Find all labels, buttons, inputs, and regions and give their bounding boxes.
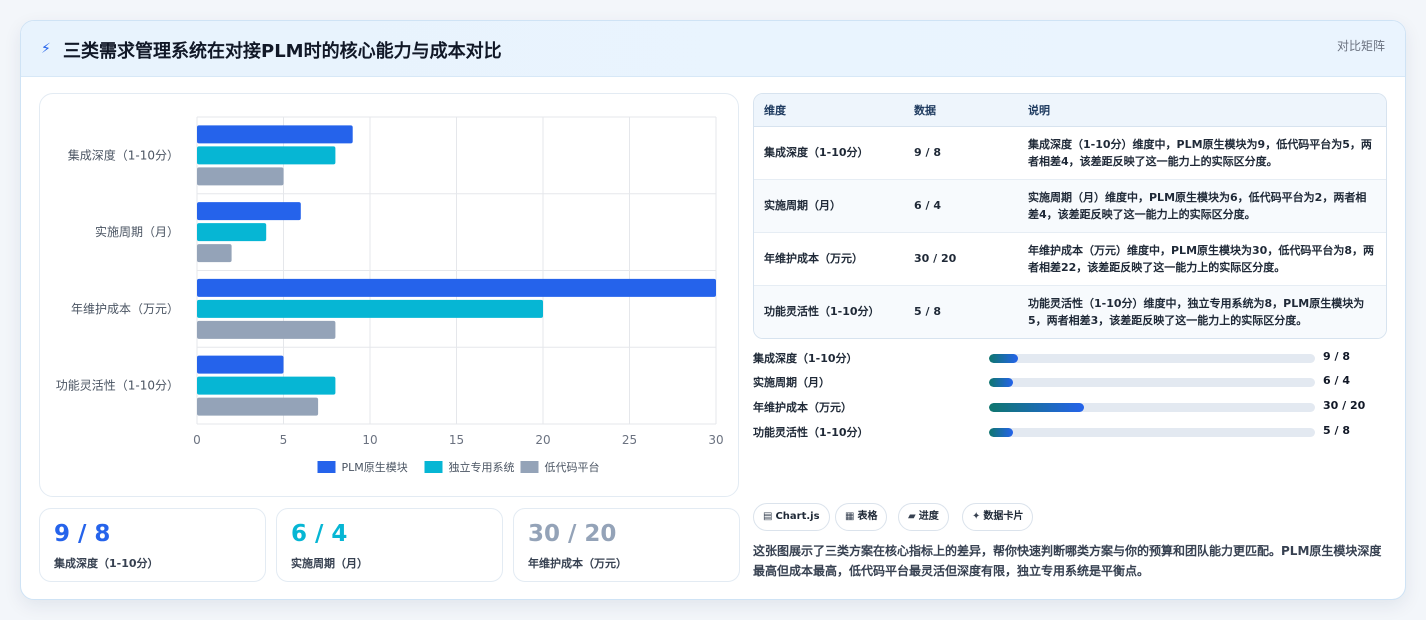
cell-dimension: 年维护成本（万元） (754, 232, 904, 286)
stat-label: 年维护成本（万元） (528, 557, 627, 570)
progress-label: 实施周期（月） (753, 376, 830, 389)
stat-card-integration: 9 / 8 集成深度（1-10分） (39, 508, 266, 582)
chart-icon: ▤ (763, 511, 773, 522)
chip-label: 进度 (918, 511, 939, 522)
bar-0-2 (197, 278, 716, 297)
cell-dimension: 实施周期（月） (754, 179, 904, 233)
summary-text: 这张图展示了三类方案在核心指标上的差异，帮你快速判断哪类方案与你的预算和团队能力… (753, 544, 1382, 578)
progress-fill (989, 403, 1084, 412)
category-label: 集成深度（1-10分） (68, 147, 179, 162)
stat-label: 集成深度（1-10分） (54, 557, 159, 570)
chip-label: 表格 (857, 511, 878, 522)
column-header-description: 说明 (1018, 94, 1386, 127)
bar-0-0 (197, 125, 353, 144)
progress-value: 9 / 8 (1323, 350, 1350, 363)
bar-chart: 0 5 10 15 20 25 30 集成深度（1-10分） 实施周期（月） 年维护成本（万元） 功… (56, 116, 724, 474)
progress-label: 功能灵活性（1-10分） (753, 426, 869, 439)
cell-description: 集成深度（1-10分）维度中，PLM原生模块为9，低代码平台为5，两者相差4，该… (1018, 126, 1386, 180)
legend-label: PLM原生模块 (342, 460, 408, 474)
column-header-dimension: 维度 (754, 94, 904, 127)
progress-fill (989, 428, 1014, 437)
progress-row-cost: 年维护成本（万元） 30 / 20 (753, 397, 1387, 417)
progress-row-flexibility: 功能灵活性（1-10分） 5 / 8 (753, 422, 1387, 442)
bar-chart-panel: 0 5 10 15 20 25 30 集成深度（1-10分） 实施周期（月） 年维护成本（万元） 功… (39, 93, 739, 497)
category-label: 功能灵活性（1-10分） (56, 379, 179, 393)
matrix-tag: 对比矩阵 (1336, 39, 1385, 53)
bar-1-3 (197, 376, 336, 395)
progress-label: 集成深度（1-10分） (753, 352, 858, 365)
column-header-data: 数据 (904, 94, 1018, 127)
progress-track (989, 378, 1315, 387)
table-row: 集成深度（1-10分） 9 / 8 集成深度（1-10分）维度中，PLM原生模块… (754, 126, 1386, 180)
legend-swatch (520, 461, 539, 473)
cell-description: 功能灵活性（1-10分）维度中，独立专用系统为8，PLM原生模块为5，两者相差3… (1018, 285, 1386, 338)
progress-track (989, 354, 1315, 363)
chip-chartjs[interactable]: ▤ Chart.js (753, 503, 830, 531)
legend-swatch (424, 461, 443, 473)
table-row: 实施周期（月） 6 / 4 实施周期（月）维度中，PLM原生模块为6，低代码平台… (754, 179, 1386, 233)
progress-track (989, 403, 1315, 412)
progress-label: 年维护成本（万元） (753, 401, 852, 414)
bar-1-2 (197, 299, 543, 318)
progress-row-integration: 集成深度（1-10分） 9 / 8 (753, 348, 1387, 368)
cell-dimension: 功能灵活性（1-10分） (754, 285, 904, 338)
bar-2-1 (197, 244, 232, 263)
progress-fill (989, 378, 1014, 387)
chip-progress[interactable]: ▰ 进度 (898, 503, 949, 531)
legend-label: 独立专用系统 (449, 460, 515, 474)
bar-2-3 (197, 397, 319, 416)
cell-dimension: 集成深度（1-10分） (754, 126, 904, 180)
stat-card-duration: 6 / 4 实施周期（月） (276, 508, 503, 582)
progress-track (989, 428, 1315, 437)
table-icon: ▦ (845, 511, 855, 522)
progress-row-duration: 实施周期（月） 6 / 4 (753, 372, 1387, 392)
chip-label: 数据卡片 (983, 511, 1024, 522)
stat-label: 实施周期（月） (291, 557, 368, 570)
stat-card-cost: 30 / 20 年维护成本（万元） (513, 508, 740, 582)
table-header-row: 维度 数据 说明 (754, 94, 1386, 127)
stat-value: 9 / 8 (54, 521, 111, 547)
x-tick-label: 0 (193, 433, 201, 447)
progress-icon: ▰ (908, 511, 916, 522)
stat-value: 30 / 20 (528, 521, 617, 547)
x-tick-label: 15 (449, 433, 464, 447)
card-header: ⚡ 三类需求管理系统在对接PLM时的核心能力与成本对比 对比矩阵 (21, 21, 1405, 77)
category-label: 年维护成本（万元） (71, 302, 179, 316)
cell-description: 实施周期（月）维度中，PLM原生模块为6，低代码平台为2，两者相差4，该差距反映… (1018, 179, 1386, 233)
cell-data: 6 / 4 (904, 179, 1018, 233)
table-row: 功能灵活性（1-10分） 5 / 8 功能灵活性（1-10分）维度中，独立专用系… (754, 285, 1386, 338)
progress-value: 30 / 20 (1323, 399, 1366, 412)
bar-2-2 (197, 320, 336, 339)
cell-data: 30 / 20 (904, 232, 1018, 286)
x-tick-label: 20 (535, 433, 550, 447)
progress-value: 5 / 8 (1323, 424, 1350, 437)
x-tick-label: 25 (622, 433, 637, 447)
bolt-icon: ⚡ (41, 41, 51, 57)
chip-table[interactable]: ▦ 表格 (835, 503, 888, 531)
progress-fill (989, 354, 1019, 363)
x-tick-label: 10 (362, 433, 377, 447)
page-title: 三类需求管理系统在对接PLM时的核心能力与成本对比 (63, 41, 502, 62)
table-row: 年维护成本（万元） 30 / 20 年维护成本（万元）维度中，PLM原生模块为3… (754, 232, 1386, 286)
category-label: 实施周期（月） (95, 224, 179, 239)
progress-value: 6 / 4 (1323, 374, 1350, 387)
comparison-card: ⚡ 三类需求管理系统在对接PLM时的核心能力与成本对比 对比矩阵 0 5 10 15 2… (20, 20, 1406, 600)
x-tick-label: 5 (280, 433, 288, 447)
bar-0-3 (197, 355, 284, 374)
legend-swatch (317, 461, 336, 473)
legend-label: 低代码平台 (545, 460, 600, 474)
stat-value: 6 / 4 (291, 521, 348, 547)
comparison-table: 维度 数据 说明 集成深度（1-10分） 9 / 8 集成深度（1-10分）维度… (753, 93, 1387, 339)
cell-data: 5 / 8 (904, 285, 1018, 338)
cell-data: 9 / 8 (904, 126, 1018, 180)
bar-0-1 (197, 202, 301, 221)
sparkle-icon: ✦ (972, 511, 981, 522)
chip-label: Chart.js (775, 511, 820, 522)
bar-2-0 (197, 167, 284, 186)
cell-description: 年维护成本（万元）维度中，PLM原生模块为30，低代码平台为8，两者相差22，该… (1018, 232, 1386, 286)
bar-1-1 (197, 223, 267, 242)
bar-1-0 (197, 146, 336, 165)
chip-data-card[interactable]: ✦ 数据卡片 (962, 503, 1034, 531)
x-tick-label: 30 (708, 433, 723, 447)
